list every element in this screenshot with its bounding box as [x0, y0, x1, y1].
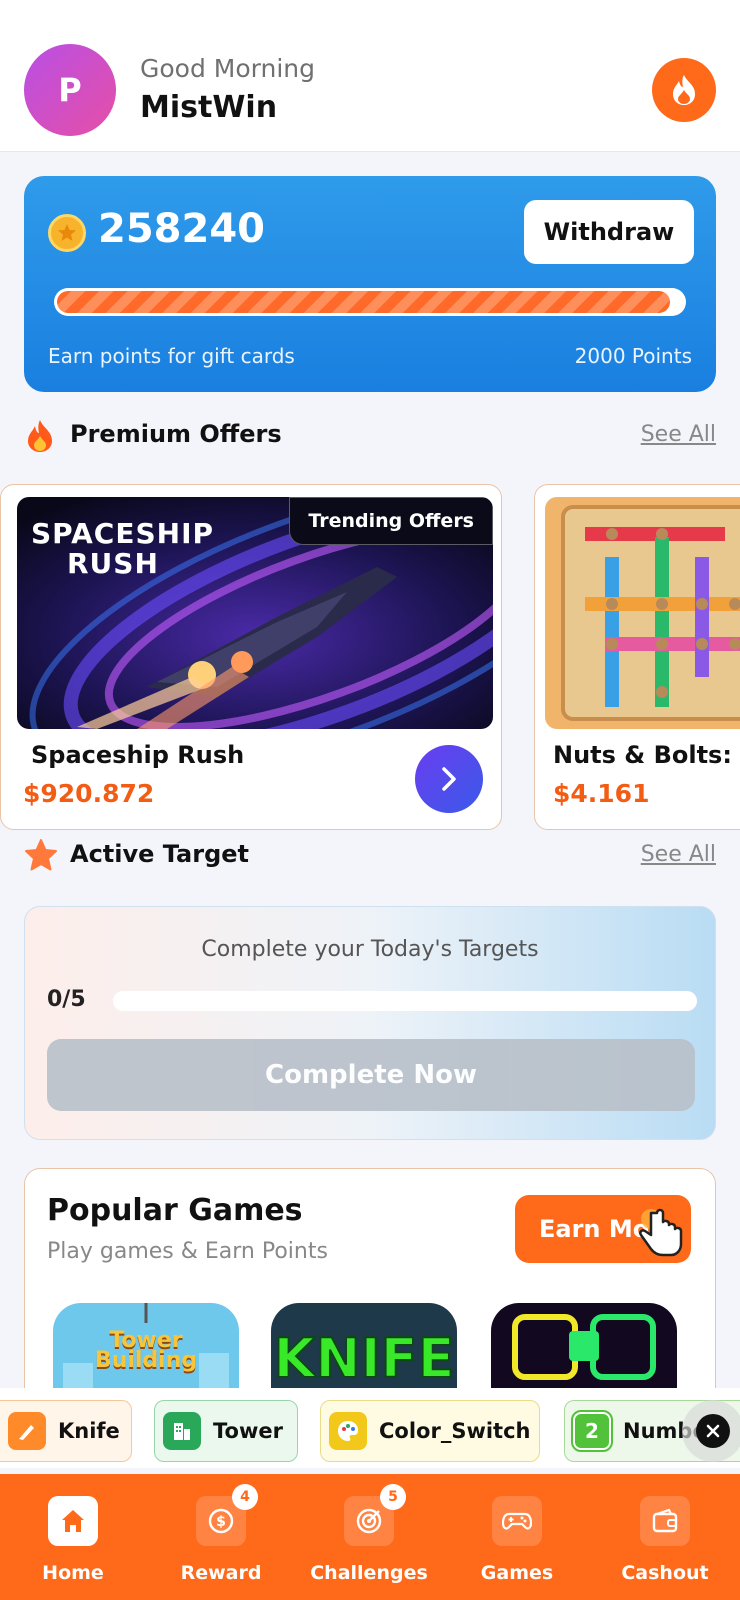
number-icon: 2: [571, 1410, 613, 1452]
close-icon: [696, 1414, 730, 1448]
popular-games-card: Popular Games Play games & Earn Points E…: [24, 1168, 716, 1388]
active-target-header: Active Target See All: [24, 836, 716, 876]
avatar[interactable]: P: [24, 44, 116, 136]
svg-text:$: $: [216, 1514, 226, 1530]
trending-badge: Trending Offers: [289, 497, 493, 545]
game-thumb-title: KNIFE: [273, 1326, 456, 1388]
knife-icon: [8, 1412, 46, 1450]
home-icon: [48, 1496, 98, 1546]
offer-image-nuts-bolts: [545, 497, 740, 729]
see-all-targets-link[interactable]: See All: [641, 842, 716, 867]
building-icon: [163, 1412, 201, 1450]
chip-label: Tower: [213, 1419, 283, 1443]
coin-icon: $ 4: [196, 1484, 258, 1546]
game-thumb-title-line2: Building: [94, 1348, 198, 1373]
target-icon: 5: [344, 1484, 406, 1546]
nav-label: Reward: [180, 1562, 262, 1584]
nav-games[interactable]: Games: [452, 1496, 582, 1584]
chip-label: Color_Switch: [379, 1419, 531, 1443]
offer-name: Spaceship Rush: [31, 741, 245, 769]
target-points: 2000 Points: [574, 344, 692, 368]
section-title: Active Target: [70, 840, 250, 868]
points-progress-bar: [54, 288, 686, 316]
chip-color-switch[interactable]: Color_Switch: [320, 1400, 540, 1462]
points-card: 258240 Withdraw Earn points for gift car…: [24, 176, 716, 392]
nav-label: Challenges: [310, 1562, 428, 1584]
popular-games-subtitle: Play games & Earn Points: [47, 1239, 328, 1264]
game-thumb-knife[interactable]: KNIFE: [271, 1303, 457, 1388]
greeting-text: Good Morning: [140, 54, 315, 83]
quick-games-strip: Knife Tower Color_Switch 2 Numbe: [0, 1388, 740, 1468]
reward-badge: 4: [232, 1484, 258, 1510]
premium-offers-header: Premium Offers See All: [24, 416, 716, 456]
wallet-icon: [640, 1496, 690, 1546]
offer-image-spaceship-rush: SPACESHIP RUSH Trending Offers: [17, 497, 493, 729]
offer-image-title-line2: RUSH: [67, 547, 159, 580]
avatar-letter: P: [58, 71, 82, 109]
earn-more-button[interactable]: Earn Mo: [515, 1195, 691, 1263]
complete-now-button[interactable]: Complete Now: [47, 1039, 695, 1111]
offer-open-button[interactable]: [415, 745, 483, 813]
nav-home[interactable]: Home: [8, 1496, 138, 1584]
offer-card[interactable]: SPACESHIP RUSH Trending Offers Spaceship…: [0, 484, 502, 830]
offer-name: Nuts & Bolts:: [553, 741, 732, 769]
chip-label: Knife: [58, 1419, 120, 1443]
game-thumb-tower-building[interactable]: Tower Building: [53, 1303, 239, 1388]
withdraw-button[interactable]: Withdraw: [524, 200, 694, 264]
target-count: 0/5: [47, 987, 86, 1012]
app-header: P Good Morning MistWin: [0, 0, 740, 152]
active-target-card: Complete your Today's Targets 0/5 Comple…: [24, 906, 716, 1140]
coin-icon: [48, 214, 86, 252]
gamepad-icon: [492, 1496, 542, 1546]
nav-challenges[interactable]: 5 Challenges: [304, 1484, 434, 1584]
nav-label: Home: [42, 1562, 104, 1584]
see-all-offers-link[interactable]: See All: [641, 422, 716, 447]
game-thumb-color-switch[interactable]: [491, 1303, 677, 1388]
close-strip-button[interactable]: [682, 1400, 740, 1462]
target-progress-bar: [113, 991, 697, 1011]
chip-knife[interactable]: Knife: [0, 1400, 132, 1462]
points-balance: 258240: [98, 206, 265, 252]
challenges-badge: 5: [380, 1484, 406, 1510]
streak-button[interactable]: [652, 58, 716, 122]
nav-label: Cashout: [621, 1562, 709, 1584]
nav-cashout[interactable]: Cashout: [600, 1496, 730, 1584]
nav-reward[interactable]: $ 4 Reward: [156, 1484, 286, 1584]
fire-icon: [28, 420, 52, 452]
offer-image-title-line1: SPACESHIP: [31, 517, 215, 550]
bottom-nav: Home $ 4 Reward 5 Challenges Games Casho…: [0, 1474, 740, 1600]
offer-price: $920.872: [23, 779, 155, 808]
target-message: Complete your Today's Targets: [201, 937, 539, 962]
username: MistWin: [140, 90, 278, 125]
offer-price: $4.161: [553, 779, 650, 808]
chip-tower[interactable]: Tower: [154, 1400, 298, 1462]
chevron-right-icon: [442, 767, 456, 791]
tap-hand-icon: [639, 1208, 683, 1257]
section-title: Premium Offers: [70, 420, 282, 448]
points-progress-fill: [57, 291, 671, 313]
nav-label: Games: [480, 1562, 554, 1584]
points-caption: Earn points for gift cards: [48, 344, 295, 368]
star-icon: [25, 839, 57, 871]
offer-card[interactable]: Nuts & Bolts: $4.161: [534, 484, 740, 830]
palette-icon: [329, 1412, 367, 1450]
popular-games-title: Popular Games: [47, 1193, 303, 1228]
flame-icon: [673, 75, 695, 105]
offers-carousel[interactable]: SPACESHIP RUSH Trending Offers Spaceship…: [0, 484, 740, 834]
